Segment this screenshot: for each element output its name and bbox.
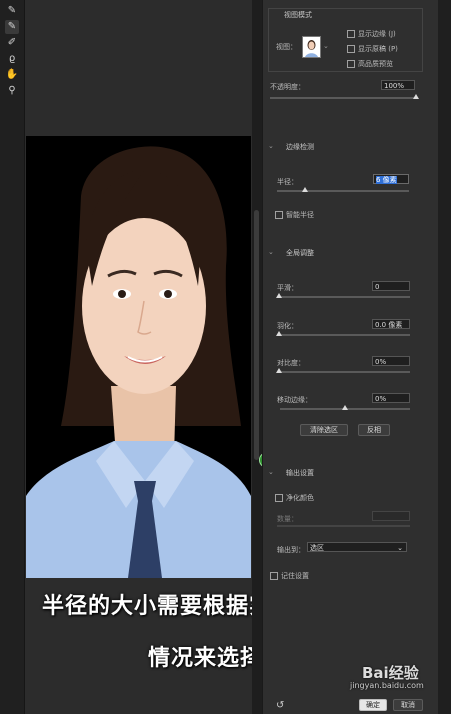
portrait-photo[interactable] xyxy=(26,136,251,578)
reset-icon[interactable]: ↺ xyxy=(276,700,284,711)
radius-slider[interactable] xyxy=(277,190,409,192)
hand-tool-icon[interactable]: ✋ xyxy=(5,68,19,82)
invert-button[interactable]: 反相 xyxy=(358,424,390,436)
decontaminate-checkbox[interactable] xyxy=(275,494,283,502)
watermark-url: jingyan.baidu.com xyxy=(350,681,424,690)
feather-slider-thumb[interactable] xyxy=(276,331,282,336)
high-quality-preview-label: 高品质预览 xyxy=(358,60,393,68)
opacity-field[interactable]: 100% xyxy=(381,80,415,90)
show-original-label: 显示原稿 (P) xyxy=(358,45,398,53)
opacity-slider-thumb[interactable] xyxy=(413,94,419,99)
output-settings-chevron-icon[interactable]: ⌄ xyxy=(268,468,274,476)
smooth-label: 平滑： xyxy=(277,284,298,292)
radius-label: 半径： xyxy=(277,178,298,186)
amount-field xyxy=(372,511,410,521)
view-thumbnail[interactable] xyxy=(302,36,321,58)
contrast-slider-thumb[interactable] xyxy=(276,368,282,373)
ok-button[interactable]: 确定 xyxy=(359,699,387,711)
caption-line-2: 情况来选择 xyxy=(148,646,264,671)
radius-value: 6 像素 xyxy=(376,176,397,184)
output-to-select[interactable]: 选区 ⌄ xyxy=(307,542,407,552)
global-refinements-title: 全局调整 xyxy=(286,249,314,257)
radius-field[interactable]: 6 像素 xyxy=(373,174,409,184)
contrast-field[interactable]: 0% xyxy=(372,356,410,366)
opacity-slider[interactable] xyxy=(270,97,416,99)
show-original-checkbox[interactable] xyxy=(347,45,355,53)
view-thumbnail-image xyxy=(303,37,320,57)
view-mode-title: 视图模式 xyxy=(284,11,312,19)
feather-slider[interactable] xyxy=(277,334,410,336)
shift-edge-slider-thumb[interactable] xyxy=(342,405,348,410)
clear-selection-button[interactable]: 清除选区 xyxy=(300,424,348,436)
quick-selection-tool-icon[interactable]: ✎ xyxy=(5,4,19,18)
refine-edge-panel xyxy=(262,0,439,714)
show-edge-checkbox[interactable] xyxy=(347,30,355,38)
refine-edge-brush-tool-icon[interactable]: ✎ xyxy=(5,20,19,34)
edge-detection-title: 边缘检测 xyxy=(286,143,314,151)
contrast-slider[interactable] xyxy=(277,371,410,373)
amount-slider xyxy=(277,525,410,527)
brush-tool-icon[interactable]: ✐ xyxy=(5,36,19,50)
view-dropdown-chevron-icon[interactable]: ⌄ xyxy=(323,42,329,50)
opacity-label: 不透明度： xyxy=(270,83,305,91)
smart-radius-label: 智能半径 xyxy=(286,211,314,219)
high-quality-preview-checkbox[interactable] xyxy=(347,60,355,68)
panel-scrollbar[interactable] xyxy=(438,0,451,714)
show-edge-label: 显示边缘 (J) xyxy=(358,30,396,38)
lasso-tool-icon[interactable]: ϱ xyxy=(5,52,19,66)
feather-label: 羽化： xyxy=(277,322,298,330)
output-to-chevron-icon: ⌄ xyxy=(397,544,403,552)
output-to-label: 输出到： xyxy=(277,546,305,554)
tool-bar: ✎ ✎ ✐ ϱ ✋ ⚲ xyxy=(0,0,25,714)
remember-settings-label: 记住设置 xyxy=(281,572,309,580)
shift-edge-field[interactable]: 0% xyxy=(372,393,410,403)
output-to-value: 选区 xyxy=(310,544,324,552)
output-settings-title: 输出设置 xyxy=(286,469,314,477)
view-label: 视图： xyxy=(276,43,297,51)
feather-field[interactable]: 0.0 像素 xyxy=(372,319,410,329)
smooth-slider[interactable] xyxy=(277,296,410,298)
amount-label: 数量： xyxy=(277,515,298,523)
smooth-field[interactable]: 0 xyxy=(372,281,410,291)
smooth-slider-thumb[interactable] xyxy=(276,293,282,298)
shift-edge-label: 移动边缘： xyxy=(277,396,312,404)
edge-detection-chevron-icon[interactable]: ⌄ xyxy=(268,142,274,150)
canvas-scrollbar[interactable] xyxy=(254,210,259,460)
radius-slider-thumb[interactable] xyxy=(302,187,308,192)
decontaminate-label: 净化颜色 xyxy=(286,494,314,502)
contrast-label: 对比度： xyxy=(277,359,305,367)
global-refinements-chevron-icon[interactable]: ⌄ xyxy=(268,248,274,256)
watermark-brand: Bai经验 xyxy=(362,664,419,682)
smart-radius-checkbox[interactable] xyxy=(275,211,283,219)
remember-settings-checkbox[interactable] xyxy=(270,572,278,580)
zoom-tool-icon[interactable]: ⚲ xyxy=(5,84,19,98)
cancel-button[interactable]: 取消 xyxy=(393,699,423,711)
portrait-illustration xyxy=(26,136,251,578)
